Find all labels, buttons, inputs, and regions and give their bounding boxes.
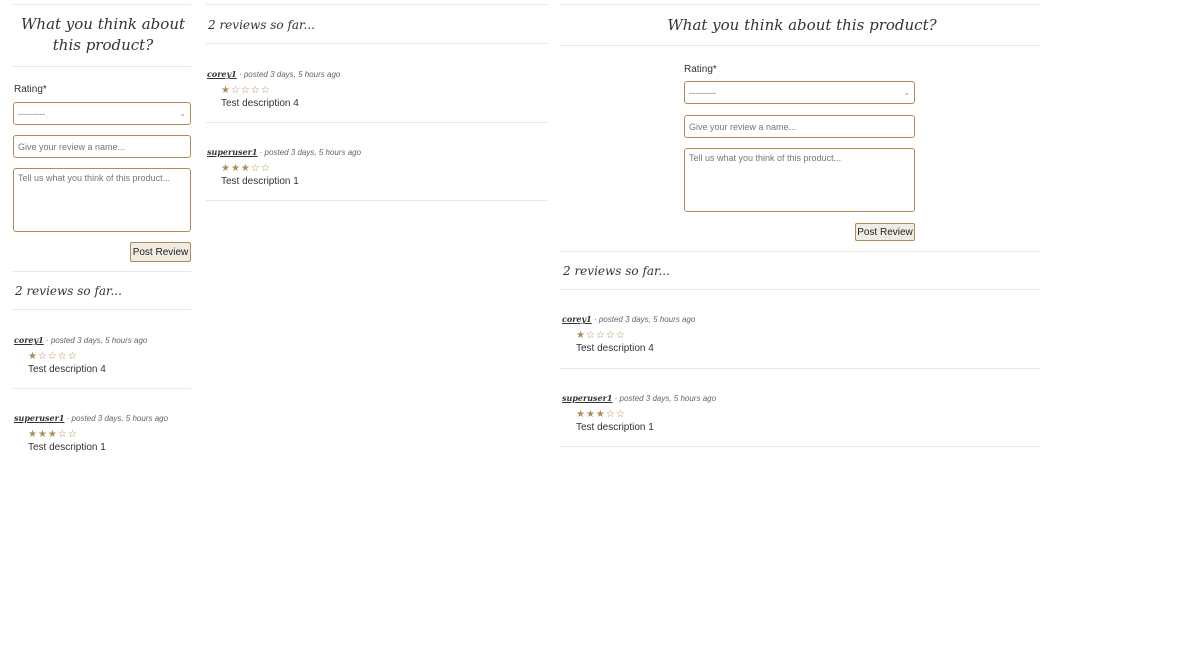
form-title: What you think about this product? bbox=[667, 16, 937, 34]
star-rating: ★☆☆☆☆ bbox=[576, 330, 626, 341]
review-user-link[interactable]: superuser1 bbox=[207, 147, 257, 157]
rating-select[interactable]: --------- ⌄ bbox=[13, 102, 191, 125]
reviews-heading: 2 reviews so far... bbox=[15, 284, 122, 298]
review-user-link[interactable]: corey1 bbox=[14, 335, 44, 345]
review-user-link[interactable]: superuser1 bbox=[562, 393, 612, 403]
review-item: superuser1 · posted 3 days, 5 hours ago … bbox=[14, 408, 192, 453]
review-user-link[interactable]: corey1 bbox=[562, 314, 592, 324]
rating-label: Rating* bbox=[14, 84, 47, 95]
divider bbox=[13, 4, 191, 5]
review-meta: · posted 3 days, 5 hours ago bbox=[64, 414, 169, 423]
review-name-input[interactable]: Give your review a name... bbox=[13, 135, 191, 158]
review-meta: · posted 3 days, 5 hours ago bbox=[257, 148, 362, 157]
review-description: Test description 1 bbox=[576, 422, 654, 433]
review-name-placeholder: Give your review a name... bbox=[689, 121, 797, 132]
left-panel: What you think about this product? Ratin… bbox=[0, 0, 200, 672]
divider bbox=[560, 289, 1040, 290]
divider bbox=[560, 45, 1040, 46]
review-description: Test description 1 bbox=[221, 176, 299, 187]
review-description: Test description 4 bbox=[28, 364, 106, 375]
chevron-down-icon: ⌄ bbox=[179, 109, 186, 118]
review-meta: · posted 3 days, 5 hours ago bbox=[236, 70, 341, 79]
review-description: Test description 4 bbox=[576, 343, 654, 354]
star-rating: ★★★☆☆ bbox=[576, 409, 626, 420]
rating-select-value: --------- bbox=[18, 108, 45, 119]
review-item: corey1 · posted 3 days, 5 hours ago ★☆☆☆… bbox=[207, 64, 547, 109]
review-item: corey1 · posted 3 days, 5 hours ago ★☆☆☆… bbox=[562, 309, 1038, 354]
divider bbox=[560, 4, 1040, 5]
middle-panel: 2 reviews so far... corey1 · posted 3 da… bbox=[206, 0, 548, 672]
star-rating: ★☆☆☆☆ bbox=[221, 85, 271, 96]
divider bbox=[560, 368, 1040, 369]
divider bbox=[206, 43, 548, 44]
review-meta: · posted 3 days, 5 hours ago bbox=[591, 315, 696, 324]
divider bbox=[560, 251, 1040, 252]
review-description-placeholder: Tell us what you think of this product..… bbox=[689, 153, 842, 163]
star-rating: ★★★☆☆ bbox=[221, 163, 271, 174]
rating-select[interactable]: --------- ⌄ bbox=[684, 81, 915, 104]
reviews-heading: 2 reviews so far... bbox=[208, 18, 315, 32]
divider bbox=[560, 446, 1040, 447]
rating-select-value: --------- bbox=[689, 87, 716, 98]
review-description: Test description 1 bbox=[28, 442, 106, 453]
right-panel: What you think about this product? Ratin… bbox=[560, 0, 1040, 672]
review-item: corey1 · posted 3 days, 5 hours ago ★☆☆☆… bbox=[14, 330, 192, 375]
divider bbox=[13, 388, 191, 389]
review-item: superuser1 · posted 3 days, 5 hours ago … bbox=[562, 388, 1038, 433]
form-title: What you think about this product? bbox=[20, 15, 186, 54]
reviews-heading: 2 reviews so far... bbox=[563, 264, 670, 278]
review-description-placeholder: Tell us what you think of this product..… bbox=[18, 173, 171, 183]
star-rating: ★★★☆☆ bbox=[28, 429, 78, 440]
star-rating: ★☆☆☆☆ bbox=[28, 351, 78, 362]
review-name-placeholder: Give your review a name... bbox=[18, 141, 126, 152]
review-user-link[interactable]: corey1 bbox=[207, 69, 237, 79]
divider bbox=[206, 122, 548, 123]
post-review-button[interactable]: Post Review bbox=[130, 242, 191, 262]
divider bbox=[206, 200, 548, 201]
review-description: Test description 4 bbox=[221, 98, 299, 109]
review-description-textarea[interactable]: Tell us what you think of this product..… bbox=[13, 168, 191, 232]
post-review-button[interactable]: Post Review bbox=[855, 223, 915, 241]
chevron-down-icon: ⌄ bbox=[903, 88, 910, 97]
divider bbox=[206, 4, 548, 5]
divider bbox=[13, 66, 191, 67]
rating-label: Rating* bbox=[684, 64, 717, 75]
review-description-textarea[interactable]: Tell us what you think of this product..… bbox=[684, 148, 915, 212]
review-name-input[interactable]: Give your review a name... bbox=[684, 115, 915, 138]
review-meta: · posted 3 days, 5 hours ago bbox=[43, 336, 148, 345]
divider bbox=[13, 309, 191, 310]
review-item: superuser1 · posted 3 days, 5 hours ago … bbox=[207, 142, 547, 187]
divider bbox=[13, 271, 191, 272]
review-meta: · posted 3 days, 5 hours ago bbox=[612, 394, 717, 403]
review-user-link[interactable]: superuser1 bbox=[14, 413, 64, 423]
